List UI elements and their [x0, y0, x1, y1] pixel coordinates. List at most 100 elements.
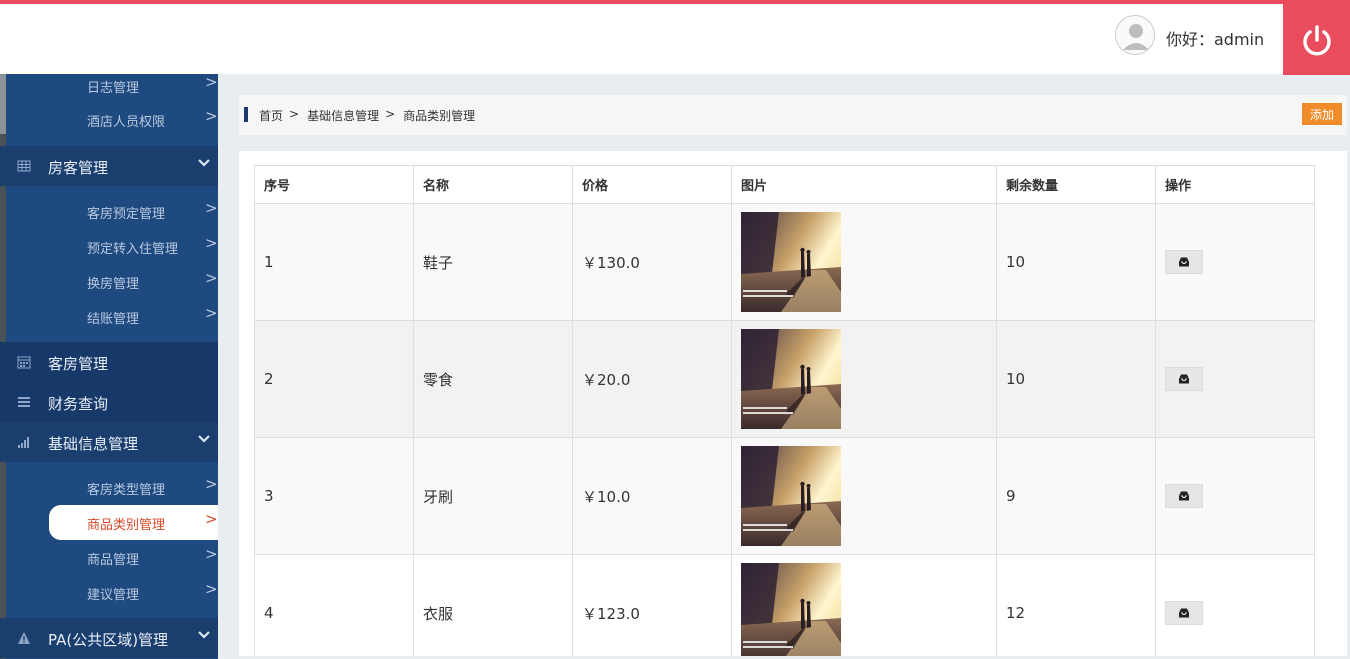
breadcrumb-marker — [244, 107, 248, 122]
greeting-text: 你好：admin — [1166, 30, 1265, 49]
sidebar-item-label: 建议管理 — [87, 588, 140, 603]
product-image — [741, 563, 841, 656]
column-header-stock: 剩余数量 — [996, 165, 1156, 204]
sidebar-item-label: 酒店人员权限 — [87, 115, 166, 130]
chevron-down-icon — [198, 435, 210, 443]
sidebar-item-label: 预定转入住管理 — [87, 242, 179, 257]
logout-button[interactable] — [1283, 4, 1350, 75]
sidebar-group-finance[interactable]: 财务查询 — [0, 382, 218, 422]
sidebar-item-checkout[interactable]: 结账管理 > — [0, 299, 218, 334]
sidebar-group-basic-info[interactable]: 基础信息管理 — [0, 422, 218, 462]
cell-actions — [1155, 203, 1315, 321]
cell-stock: 12 — [996, 554, 1156, 656]
chevron-right-icon: > — [205, 545, 218, 563]
cell-image — [731, 320, 997, 438]
sidebar-item-suggestions[interactable]: 建议管理 > — [0, 575, 218, 610]
cell-stock: 10 — [996, 203, 1156, 321]
cell-stock: 9 — [996, 437, 1156, 555]
table-row: 4 衣服 ￥123.0 12 — [254, 554, 1315, 656]
column-header-image: 图片 — [731, 165, 997, 204]
cell-id: 2 — [254, 320, 414, 438]
cell-actions — [1155, 554, 1315, 656]
sidebar-item-room-change[interactable]: 换房管理 > — [0, 264, 218, 299]
goods-table: 序号 名称 价格 图片 剩余数量 操作 1 鞋子 ￥130.0 10 2 零食 … — [254, 165, 1315, 656]
chevron-right-icon: > — [205, 475, 218, 493]
breadcrumb: 首页 > 基础信息管理 > 商品类别管理 — [259, 107, 481, 124]
avatar[interactable] — [1115, 15, 1155, 55]
inbox-icon — [1179, 374, 1189, 384]
sidebar-item-label: 结账管理 — [87, 312, 140, 327]
cell-name: 鞋子 — [413, 203, 573, 321]
cell-id: 3 — [254, 437, 414, 555]
edit-button[interactable] — [1165, 250, 1203, 274]
chevron-right-icon: > — [205, 510, 218, 528]
sidebar-item-staff-permissions[interactable]: 酒店人员权限 > — [0, 102, 218, 137]
cell-actions — [1155, 320, 1315, 438]
sidebar-item-log[interactable]: 日志管理 > — [0, 74, 218, 103]
column-header-id: 序号 — [254, 165, 414, 204]
edit-button[interactable] — [1165, 367, 1203, 391]
edit-button[interactable] — [1165, 601, 1203, 625]
sidebar-group-label: 客房管理 — [48, 355, 109, 373]
cell-id: 4 — [254, 554, 414, 656]
warning-icon — [18, 632, 30, 644]
chevron-right-icon: > — [205, 199, 218, 217]
chevron-down-icon — [198, 159, 210, 167]
sidebar-group-room[interactable]: 客房管理 — [0, 342, 218, 382]
table-row: 3 牙刷 ￥10.0 9 — [254, 437, 1315, 555]
product-image — [741, 329, 841, 429]
chevron-right-icon: > — [205, 269, 218, 287]
breadcrumb-current: 商品类别管理 — [403, 109, 476, 123]
cell-price: ￥123.0 — [572, 554, 732, 656]
sidebar-item-label: 商品类别管理 — [87, 518, 166, 533]
table-header-row: 序号 名称 价格 图片 剩余数量 操作 — [254, 165, 1315, 204]
sidebar-item-label: 日志管理 — [87, 81, 140, 96]
sidebar-item-goods-category[interactable]: 商品类别管理 > — [0, 505, 218, 540]
chevron-right-icon: > — [205, 74, 218, 91]
inbox-icon — [1179, 257, 1189, 267]
signal-icon — [18, 437, 29, 448]
sidebar-item-label: 客房预定管理 — [87, 207, 166, 222]
header: 你好：admin — [0, 4, 1350, 75]
add-button[interactable]: 添加 — [1302, 103, 1342, 125]
sidebar-item-label: 客房类型管理 — [87, 483, 166, 498]
cell-name: 衣服 — [413, 554, 573, 656]
inbox-icon — [1179, 608, 1189, 618]
sidebar-item-goods[interactable]: 商品管理 > — [0, 540, 218, 575]
edit-button[interactable] — [1165, 484, 1203, 508]
cell-price: ￥130.0 — [572, 203, 732, 321]
sidebar-item-room-type[interactable]: 客房类型管理 > — [0, 470, 218, 505]
chevron-right-icon: > — [205, 304, 218, 322]
breadcrumb-level1[interactable]: 基础信息管理 — [307, 107, 379, 124]
main-content: 首页 > 基础信息管理 > 商品类别管理 添加 序号 名称 价格 图片 剩余数量… — [218, 74, 1350, 659]
sidebar-group-label: 财务查询 — [48, 395, 109, 413]
chevron-right-icon: > — [205, 234, 218, 252]
chevron-right-icon: > — [205, 107, 218, 125]
sidebar-group-public-area[interactable]: PA(公共区域)管理 — [0, 618, 218, 658]
cell-price: ￥10.0 — [572, 437, 732, 555]
sidebar-item-booking-checkin[interactable]: 预定转入住管理 > — [0, 229, 218, 264]
sidebar-group-label: 房客管理 — [48, 159, 109, 177]
breadcrumb-home[interactable]: 首页 — [259, 107, 283, 124]
cell-id: 1 — [254, 203, 414, 321]
sidebar: 日志管理 > 酒店人员权限 > 房客管理 客房预定管理 > 预定转入住管理 > … — [0, 74, 218, 659]
breadcrumb-separator: > — [289, 107, 300, 121]
cell-image — [731, 203, 997, 321]
breadcrumb-separator: > — [385, 107, 396, 121]
cell-image — [731, 554, 997, 656]
grid-icon — [17, 160, 31, 172]
inbox-icon — [1179, 491, 1189, 501]
list-icon — [18, 397, 30, 407]
chevron-right-icon: > — [205, 580, 218, 598]
calendar-icon — [17, 356, 31, 369]
column-header-price: 价格 — [572, 165, 732, 204]
cell-name: 牙刷 — [413, 437, 573, 555]
table-row: 2 零食 ￥20.0 10 — [254, 320, 1315, 438]
power-icon — [1302, 24, 1331, 55]
breadcrumb-bar: 首页 > 基础信息管理 > 商品类别管理 添加 — [239, 95, 1347, 135]
cell-name: 零食 — [413, 320, 573, 438]
cell-stock: 10 — [996, 320, 1156, 438]
sidebar-item-room-booking[interactable]: 客房预定管理 > — [0, 194, 218, 229]
user-icon — [1123, 24, 1149, 50]
sidebar-group-guest[interactable]: 房客管理 — [0, 146, 218, 186]
